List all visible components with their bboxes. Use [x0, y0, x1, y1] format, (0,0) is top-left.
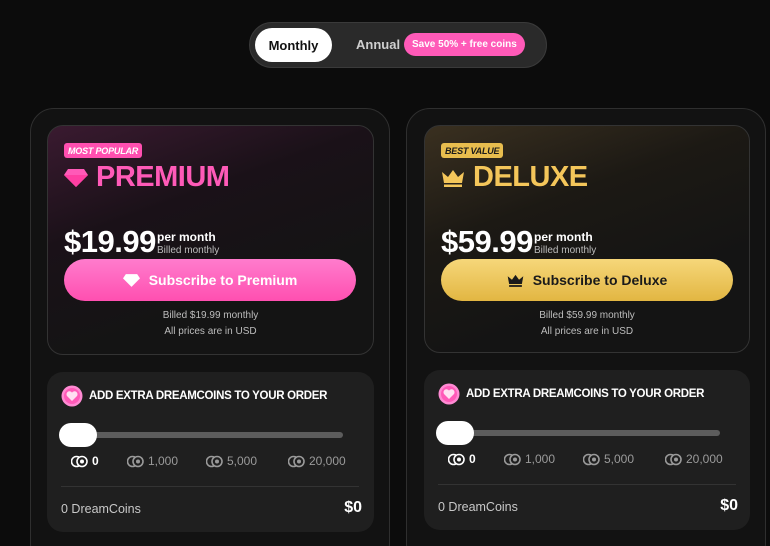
divider: [61, 486, 359, 487]
coin-option-label: 1,000: [148, 454, 179, 468]
dreamcoins-addon: ADD EXTRA DREAMCOINS TO YOUR ORDER 0 1,0…: [47, 372, 374, 532]
dreamcoins-slider-thumb[interactable]: [59, 423, 97, 447]
crown-icon: [442, 170, 464, 187]
dreamcoins-heading: ADD EXTRA DREAMCOINS TO YOUR ORDER: [438, 383, 704, 405]
dreamcoins-addon: ADD EXTRA DREAMCOINS TO YOUR ORDER 0 1,0…: [424, 370, 750, 530]
plan-card-premium: MOST POPULAR PREMIUM $19.99 per month Bi…: [30, 108, 390, 546]
best-value-tag: BEST VALUE: [441, 143, 504, 158]
subscribe-label: Subscribe to Premium: [148, 272, 298, 288]
price-period: per month: [534, 230, 593, 244]
coins-icon: [448, 453, 465, 465]
currency-note: All prices are in USD: [540, 326, 634, 337]
billing-period-toggle: Monthly Annual Save 50% + free coins: [249, 22, 547, 68]
plan-price: $59.99: [441, 224, 533, 259]
plan-name: DELUXE: [473, 161, 588, 193]
coins-icon: [504, 453, 521, 465]
dreamcoins-slider-thumb[interactable]: [436, 421, 474, 445]
subscribe-premium-button[interactable]: Subscribe to Premium: [64, 259, 356, 301]
coin-option-1000[interactable]: 1,000: [127, 454, 178, 468]
coin-option-label: 0: [92, 454, 99, 468]
dreamcoins-heading: ADD EXTRA DREAMCOINS TO YOUR ORDER: [61, 385, 327, 407]
coins-icon: [583, 453, 600, 465]
coin-option-5000[interactable]: 5,000: [206, 454, 257, 468]
dreamcoins-heading-text: ADD EXTRA DREAMCOINS TO YOUR ORDER: [466, 388, 705, 400]
billed-note: Billed $19.99 monthly: [162, 310, 259, 321]
coins-icon: [127, 455, 144, 467]
coin-option-label: 5,000: [227, 454, 258, 468]
annual-option[interactable]: Annual: [356, 37, 400, 52]
dreamcoin-heart-icon: [438, 383, 460, 405]
dreamcoins-options: 0 1,000 5,000 20,000: [47, 454, 374, 474]
diamond-icon: [64, 169, 88, 187]
coin-option-20000[interactable]: 20,000: [665, 452, 723, 466]
coins-icon: [71, 455, 88, 467]
coin-option-label: 20,000: [309, 454, 346, 468]
billing-cycle: Billed monthly: [157, 245, 220, 256]
coin-option-label: 20,000: [686, 452, 723, 466]
billing-cycle: Billed monthly: [534, 245, 597, 256]
dreamcoins-options: 0 1,000 5,000 20,000: [424, 452, 750, 472]
dreamcoins-slider-track[interactable]: [444, 430, 720, 436]
coin-option-0[interactable]: 0: [71, 454, 99, 468]
dreamcoins-heading-text: ADD EXTRA DREAMCOINS TO YOUR ORDER: [89, 390, 328, 402]
plan-summary: MOST POPULAR PREMIUM $19.99 per month Bi…: [47, 125, 374, 355]
coin-option-label: 0: [469, 452, 476, 466]
coins-icon: [665, 453, 682, 465]
coins-icon: [206, 455, 223, 467]
coin-option-label: 5,000: [604, 452, 635, 466]
plan-name: PREMIUM: [96, 161, 230, 193]
subscribe-deluxe-button[interactable]: Subscribe to Deluxe: [441, 259, 733, 301]
divider: [438, 484, 736, 485]
plan-card-deluxe: BEST VALUE DELUXE $59.99 per month Bille…: [406, 108, 766, 546]
coins-icon: [288, 455, 305, 467]
coin-option-5000[interactable]: 5,000: [583, 452, 634, 466]
dreamcoins-slider-track[interactable]: [67, 432, 343, 438]
dreamcoins-total: $0: [344, 499, 362, 516]
plan-summary: BEST VALUE DELUXE $59.99 per month Bille…: [424, 125, 750, 353]
coin-option-0[interactable]: 0: [448, 452, 476, 466]
most-popular-tag: MOST POPULAR: [64, 143, 143, 158]
dreamcoin-heart-icon: [61, 385, 83, 407]
subscribe-label: Subscribe to Deluxe: [532, 272, 668, 288]
annual-savings-badge[interactable]: Save 50% + free coins: [404, 33, 525, 56]
currency-note: All prices are in USD: [164, 326, 257, 337]
crown-icon: [507, 274, 523, 287]
dreamcoins-summary: 0 DreamCoins: [438, 500, 518, 514]
coin-option-label: 1,000: [525, 452, 556, 466]
billed-note: Billed $59.99 monthly: [539, 310, 635, 321]
monthly-option[interactable]: Monthly: [255, 28, 332, 62]
dreamcoins-total: $0: [720, 497, 738, 514]
plan-price: $19.99: [64, 224, 156, 259]
dreamcoins-summary: 0 DreamCoins: [61, 502, 141, 516]
coin-option-1000[interactable]: 1,000: [504, 452, 555, 466]
coin-option-20000[interactable]: 20,000: [288, 454, 346, 468]
price-period: per month: [157, 230, 216, 244]
diamond-icon: [122, 273, 140, 287]
